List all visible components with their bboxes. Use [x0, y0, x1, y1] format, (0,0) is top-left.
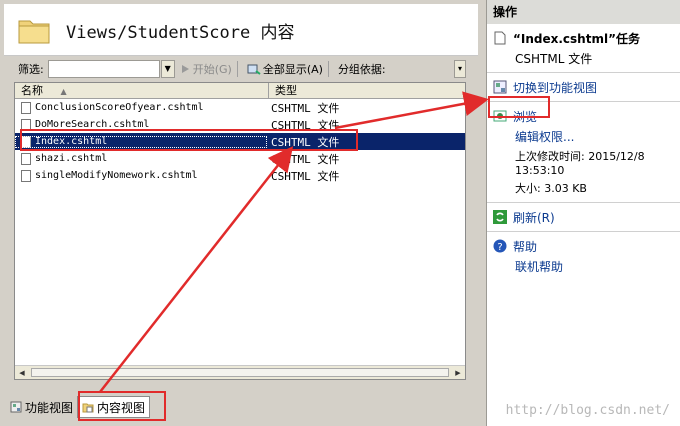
switch-to-features-view-link[interactable]: 切换到功能视图 [487, 77, 680, 97]
show-all-icon [247, 64, 261, 75]
toolbar-overflow-button[interactable]: ▾ [454, 60, 466, 78]
content-pane: Views/StudentScore 内容 筛选: ▼ 开始(G) 全部显示(A… [0, 0, 482, 426]
file-icon [21, 101, 31, 114]
show-all-label: 全部显示(A) [262, 63, 323, 76]
file-name: ConclusionScoreOfyear.cshtml [35, 102, 204, 113]
annotation-box-selected-row [20, 129, 358, 151]
page-title: Views/StudentScore 内容 [66, 23, 295, 43]
file-type-cell: CSHTML 文件 [271, 101, 340, 115]
file-icon [21, 152, 31, 165]
filter-toolbar: 筛选: ▼ 开始(G) 全部显示(A) 分组依据: ▾ [14, 58, 466, 80]
file-icon [494, 31, 506, 45]
horizontal-scrollbar[interactable]: ◀ ▶ [15, 365, 465, 379]
file-type-text: CSHTML 文件 [515, 51, 593, 66]
sort-ascending-icon: ▲ [60, 87, 67, 96]
features-view-icon [10, 401, 22, 413]
help-link[interactable]: ? 帮助 [487, 236, 680, 256]
refresh-section: 刷新(R) [487, 203, 680, 232]
watermark-text: http://blog.csdn.net/ [505, 403, 670, 418]
file-type-cell: CSHTML 文件 [271, 152, 340, 166]
file-task-title: “Index.cshtml”任务 [487, 28, 680, 48]
scroll-left-icon[interactable]: ◀ [16, 367, 28, 379]
features-view-icon [493, 80, 507, 94]
annotation-box-browse [488, 96, 550, 118]
start-label: 开始(G) [192, 63, 232, 76]
annotation-box-content-tab [78, 391, 166, 421]
filter-label: 筛选: [18, 63, 44, 76]
filter-dropdown-button[interactable]: ▼ [160, 60, 175, 78]
toolbar-separator [236, 61, 238, 77]
refresh-icon [493, 210, 507, 224]
svg-text:?: ? [497, 242, 502, 253]
folder-icon [18, 20, 50, 44]
file-type-cell: CSHTML 文件 [271, 169, 340, 183]
file-name: shazi.cshtml [35, 153, 108, 164]
list-item[interactable]: ConclusionScoreOfyear.cshtml CSHTML 文件 [15, 99, 465, 116]
scroll-thumb[interactable] [31, 368, 449, 377]
tab-label: 功能视图 [25, 400, 74, 415]
actions-pane: 操作 “Index.cshtml”任务 CSHTML 文件 切换到功能视图 浏览… [486, 0, 680, 426]
help-icon: ? [493, 239, 507, 253]
modified-time-text: 上次修改时间: 2015/12/8 13:53:10 [515, 150, 645, 177]
scroll-right-icon[interactable]: ▶ [452, 367, 464, 379]
file-name-cell: ConclusionScoreOfyear.cshtml [15, 101, 267, 114]
list-item[interactable]: shazi.cshtml CSHTML 文件 [15, 150, 465, 167]
file-name-cell: singleModifyNomework.cshtml [15, 169, 267, 182]
list-header: 名称 ▲ 类型 [15, 83, 465, 99]
start-arrow-icon [181, 65, 189, 73]
edit-permissions-link[interactable]: 编辑权限... [487, 126, 680, 146]
file-icon [21, 169, 31, 182]
start-button[interactable]: 开始(G) [179, 61, 232, 77]
actions-header: 操作 [487, 0, 680, 24]
online-help-link[interactable]: 联机帮助 [487, 256, 680, 276]
help-section: ? 帮助 联机帮助 [487, 232, 680, 280]
show-all-button[interactable]: 全部显示(A) [247, 61, 323, 77]
group-by-label: 分组依据: [337, 63, 386, 76]
file-list: 名称 ▲ 类型 ConclusionScoreOfyear.cshtml CSHT… [14, 82, 466, 380]
file-name: singleModifyNomework.cshtml [35, 170, 198, 181]
column-header-name[interactable]: 名称 ▲ [15, 83, 269, 98]
list-item[interactable]: singleModifyNomework.cshtml CSHTML 文件 [15, 167, 465, 184]
file-task-section: “Index.cshtml”任务 CSHTML 文件 [487, 24, 680, 73]
file-name-cell: shazi.cshtml [15, 152, 267, 165]
group-by-button[interactable]: 分组依据: [338, 61, 386, 77]
refresh-link[interactable]: 刷新(R) [487, 207, 680, 227]
toolbar-separator [327, 61, 329, 77]
tab-features-view[interactable]: 功能视图 [6, 396, 77, 418]
content-header: Views/StudentScore 内容 [4, 4, 478, 56]
filter-input[interactable] [47, 60, 160, 78]
file-size-text: 大小: 3.03 KB [515, 182, 587, 195]
column-header-type[interactable]: 类型 [269, 83, 297, 98]
